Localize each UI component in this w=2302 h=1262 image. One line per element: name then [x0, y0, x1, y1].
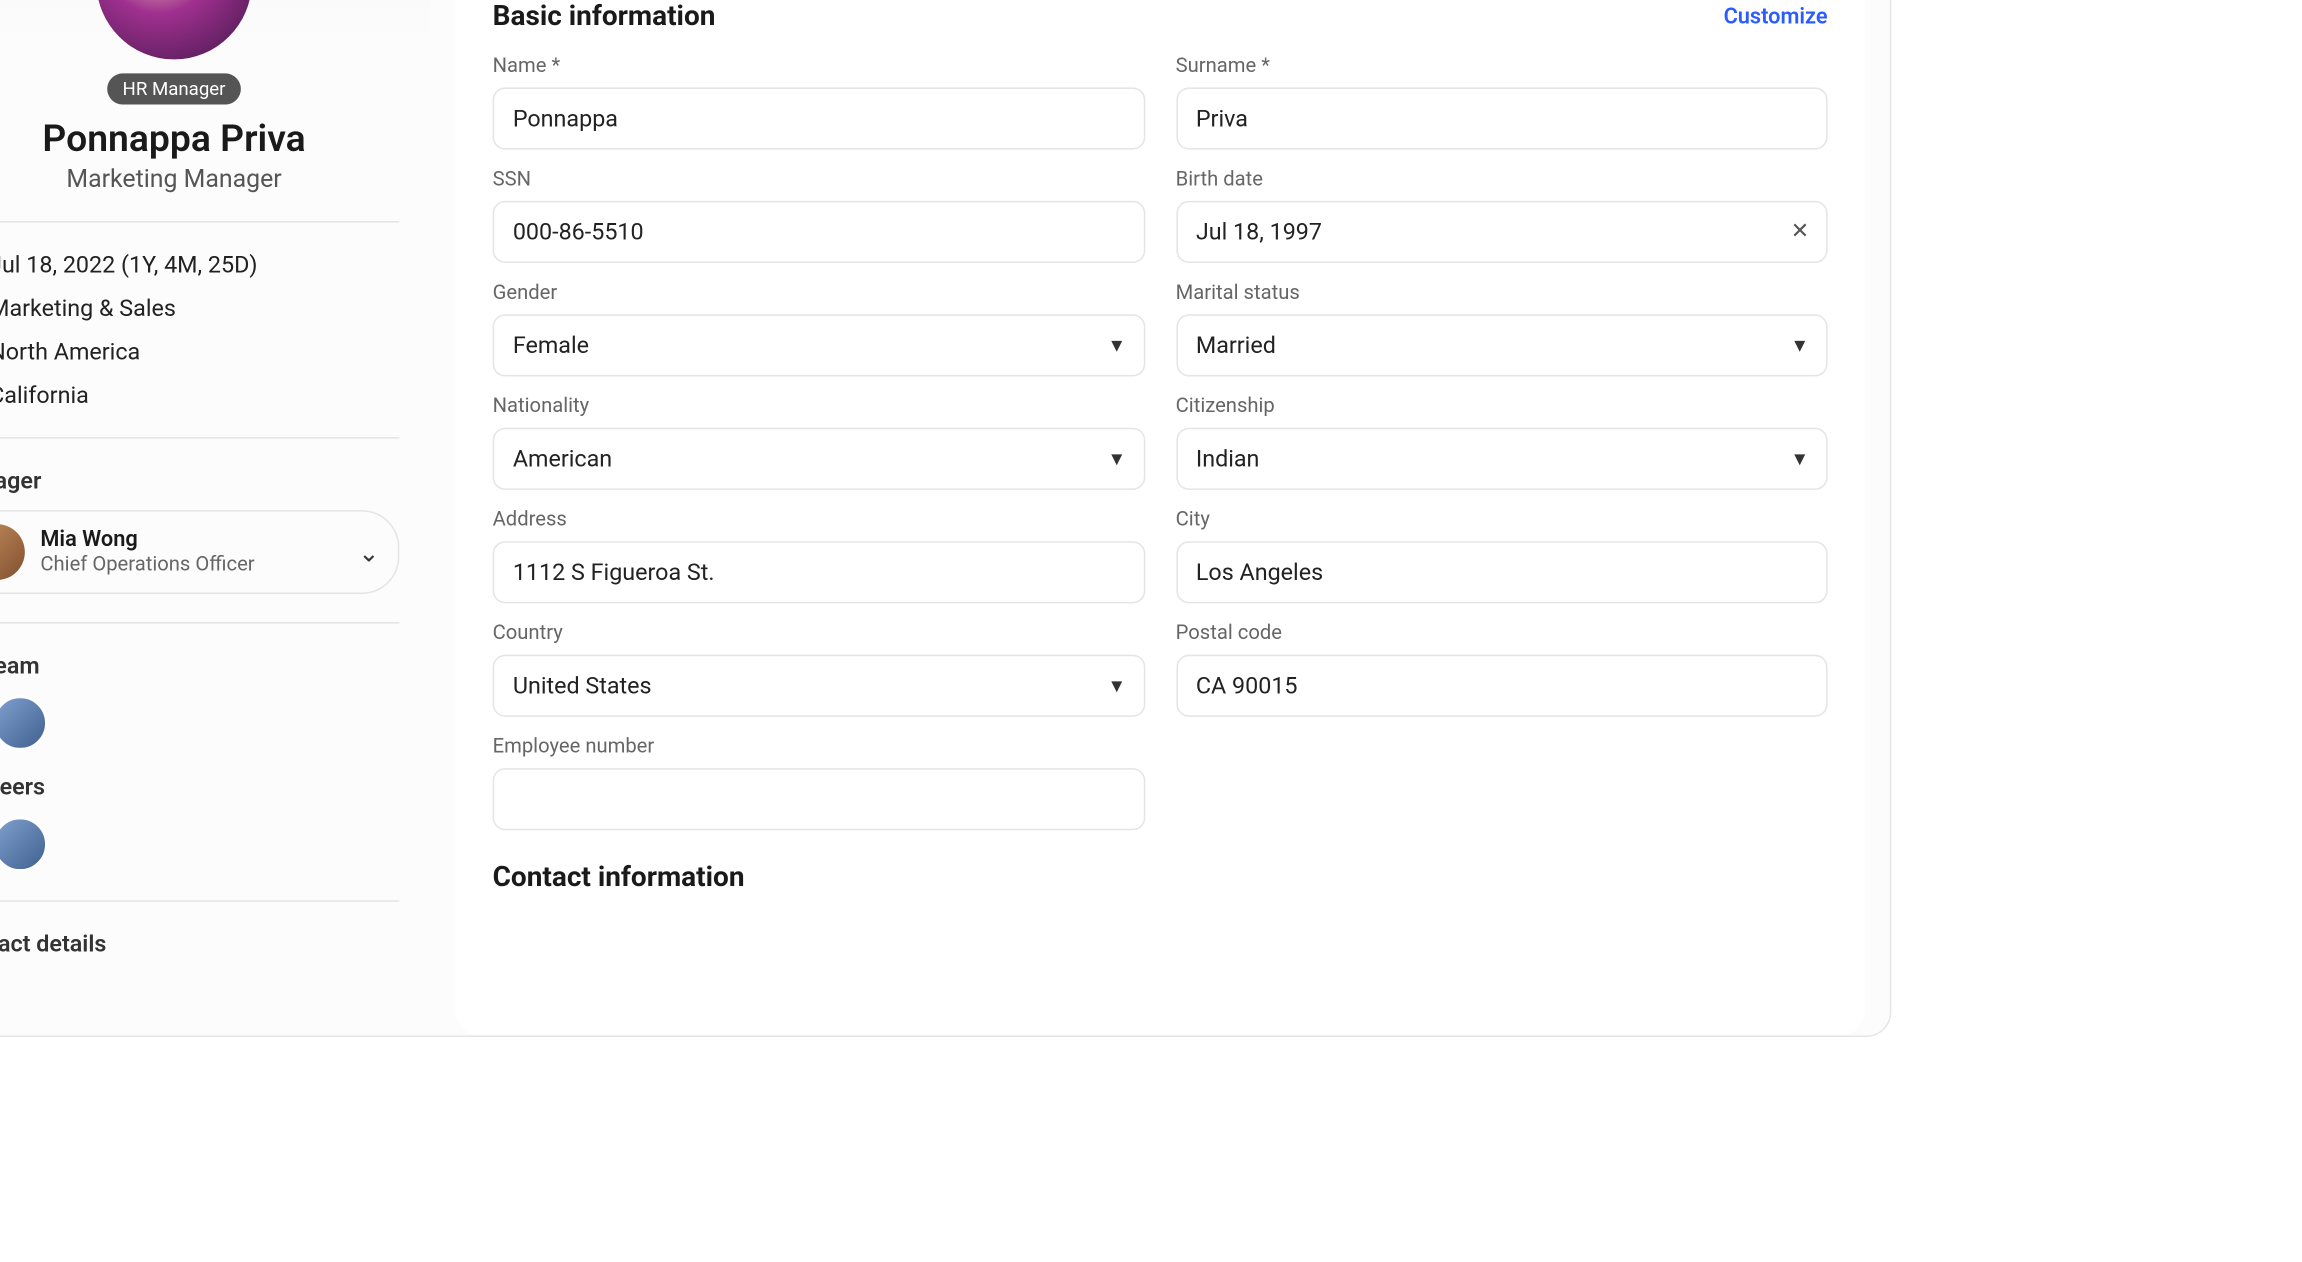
- label-marital: Marital status: [1176, 282, 1828, 305]
- body: ▦Home 👥People 🗎Documents 💻AssetsNEW ▦Cal…: [0, 0, 1890, 1035]
- manager-card[interactable]: Mia Wong Chief Operations Officer ⌄: [0, 510, 399, 594]
- app-window: talent HR TuesdayDec 13, 2022 Book time …: [0, 0, 1891, 1037]
- input-ssn[interactable]: [493, 201, 1145, 263]
- manager-title: Chief Operations Officer: [40, 553, 254, 577]
- manager-name: Mia Wong: [40, 527, 254, 553]
- select-country[interactable]: United States: [493, 655, 1145, 717]
- input-postal[interactable]: [1176, 655, 1828, 717]
- form-panel: Basic information Customize Name * Surna…: [455, 0, 1865, 1035]
- hired-row: 📅Jul 18, 2022 (1Y, 4M, 25D): [0, 251, 399, 279]
- profile-summary: HR Manager Ponnappa Priva Marketing Mana…: [0, 0, 430, 1035]
- location-row: 📍California: [0, 381, 399, 409]
- manager-avatar: [0, 524, 25, 580]
- input-surname[interactable]: [1176, 87, 1828, 149]
- input-name[interactable]: [493, 87, 1145, 149]
- label-citizenship: Citizenship: [1176, 395, 1828, 418]
- label-gender: Gender: [493, 282, 1145, 305]
- main-area: HR Manager Ponnappa Priva Marketing Mana…: [0, 0, 1890, 1035]
- peers-avatars[interactable]: [0, 816, 399, 872]
- label-surname: Surname *: [1176, 55, 1828, 78]
- clear-birth-icon[interactable]: ✕: [1791, 220, 1809, 245]
- label-address: Address: [493, 509, 1145, 532]
- label-name: Name *: [493, 55, 1145, 78]
- team-avatars[interactable]: [0, 695, 399, 751]
- select-citizenship[interactable]: Indian: [1176, 428, 1828, 490]
- label-country: Country: [493, 622, 1145, 645]
- select-nationality[interactable]: American: [493, 428, 1145, 490]
- content: Personal Education Job My documents My t…: [430, 0, 1889, 1035]
- select-gender[interactable]: Female: [493, 314, 1145, 376]
- region-row: 💼North America: [0, 338, 399, 366]
- label-nationality: Nationality: [493, 395, 1145, 418]
- customize-link[interactable]: Customize: [1724, 4, 1828, 29]
- manager-label: Manager: [0, 467, 399, 495]
- label-ssn: SSN: [493, 168, 1145, 191]
- input-birth[interactable]: [1176, 201, 1828, 263]
- team-label: My team: [0, 652, 399, 680]
- label-birth: Birth date: [1176, 168, 1828, 191]
- label-emp-no: Employee number: [493, 735, 1145, 758]
- label-postal: Postal code: [1176, 622, 1828, 645]
- input-address[interactable]: [493, 541, 1145, 603]
- department-row: 🏷Marketing & Sales: [0, 294, 399, 322]
- profile-title: Marketing Manager: [0, 164, 399, 194]
- input-city[interactable]: [1176, 541, 1828, 603]
- section-title: Basic information: [493, 0, 716, 33]
- contact-details-label: Contact details: [0, 930, 399, 958]
- contact-section-title: Contact information: [493, 861, 1828, 894]
- label-city: City: [1176, 509, 1828, 532]
- input-emp-no[interactable]: [493, 768, 1145, 830]
- profile-name: Ponnappa Priva: [0, 117, 399, 161]
- profile-avatar[interactable]: [96, 0, 251, 59]
- role-chip: HR Manager: [107, 73, 241, 104]
- chevron-down-icon[interactable]: ⌄: [358, 537, 379, 567]
- peers-label: My peers: [0, 773, 399, 801]
- select-marital[interactable]: Married: [1176, 314, 1828, 376]
